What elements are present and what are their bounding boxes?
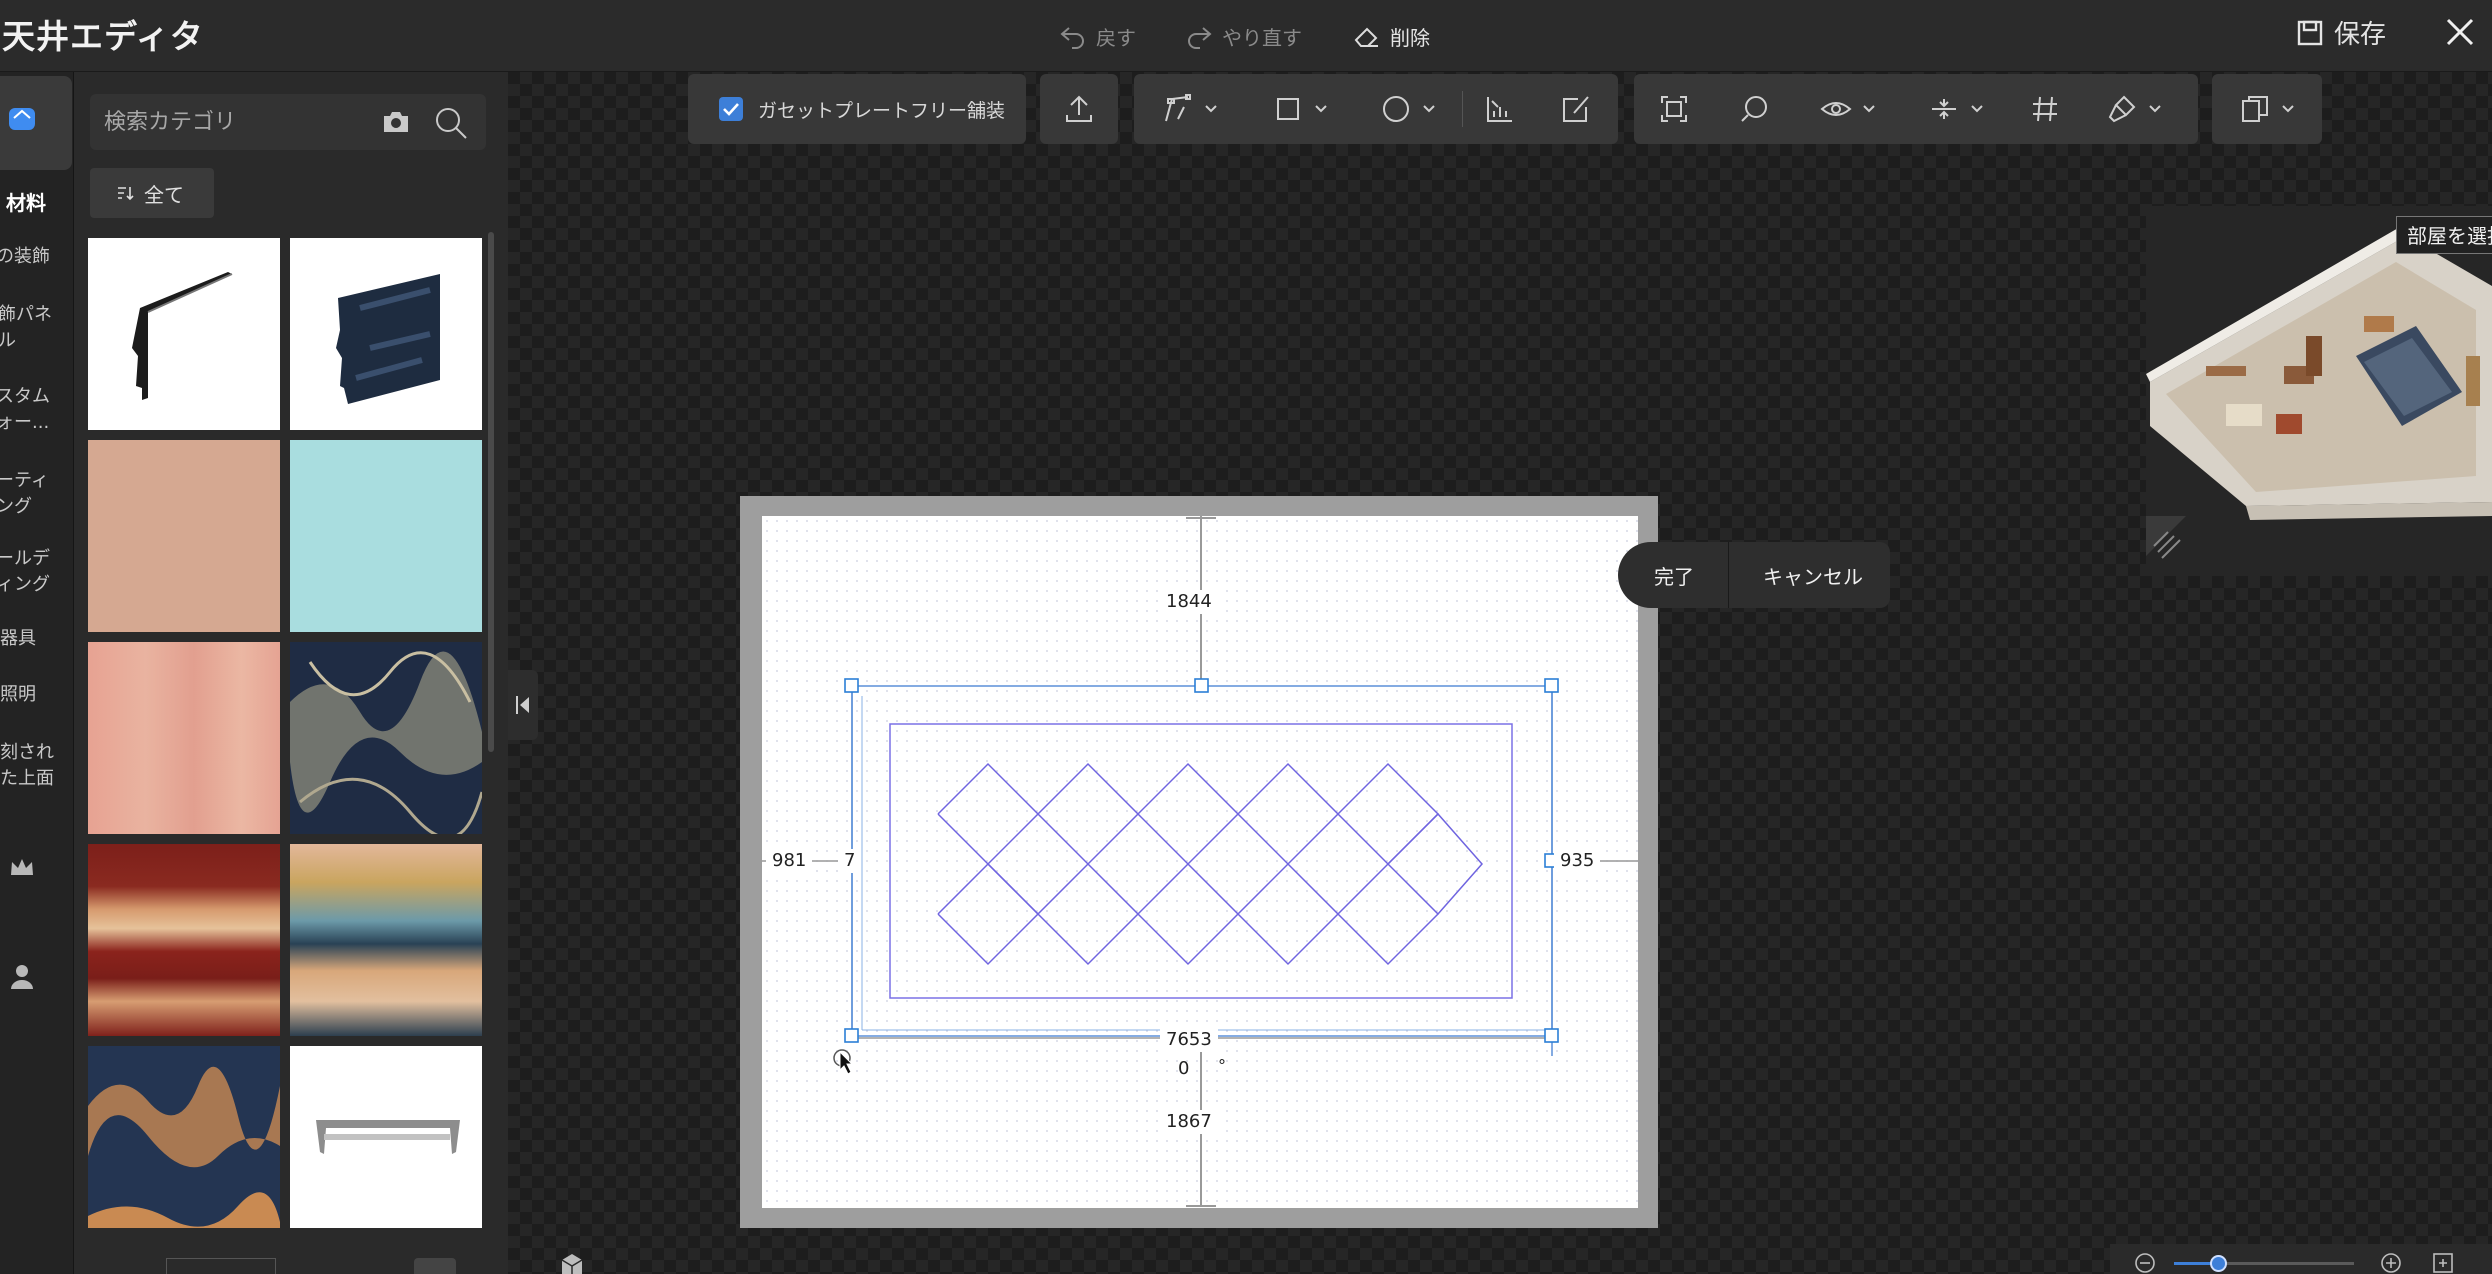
dimension-right[interactable]: 935 [1554, 849, 1601, 873]
zoom-slider-thumb[interactable] [2210, 1255, 2227, 1272]
select-room-button[interactable]: 部屋を選択 [2396, 216, 2492, 254]
cube-view-icon[interactable] [556, 1250, 586, 1274]
panel-footer-button[interactable] [414, 1258, 456, 1274]
dimension-left-inner[interactable]: 7 [838, 849, 862, 873]
done-button[interactable]: 完了 [1654, 561, 1694, 590]
zoom-bar [2110, 1244, 2492, 1274]
zoom-out-icon[interactable] [2134, 1252, 2156, 1274]
cancel-button[interactable]: キャンセル [1763, 561, 1863, 590]
dimension-top[interactable]: 1844 [1160, 590, 1218, 614]
dimension-left[interactable]: 981 [766, 849, 813, 873]
zoom-in-icon[interactable] [2380, 1252, 2402, 1274]
room-3d-preview[interactable] [2146, 206, 2492, 576]
dimension-bottom[interactable]: 1867 [1160, 1110, 1218, 1134]
rotation-angle-input[interactable]: 0 [1172, 1057, 1195, 1081]
fit-view-icon[interactable] [2432, 1252, 2454, 1274]
ceiling-pattern-drawing [762, 516, 1638, 1207]
confirm-divider [1728, 542, 1729, 608]
room-render [2146, 220, 2492, 559]
dimension-width[interactable]: 7653 [1160, 1028, 1218, 1052]
app-window: 天井エディタ 戻す やり直す 削除 保存 材料 の装飾 飾パネ ル スタム ォー… [0, 0, 2492, 1274]
confirm-bar: 完了 キャンセル [1618, 542, 1890, 608]
rotation-degree-unit: ° [1218, 1056, 1226, 1075]
panel-footer-control[interactable] [166, 1258, 276, 1274]
